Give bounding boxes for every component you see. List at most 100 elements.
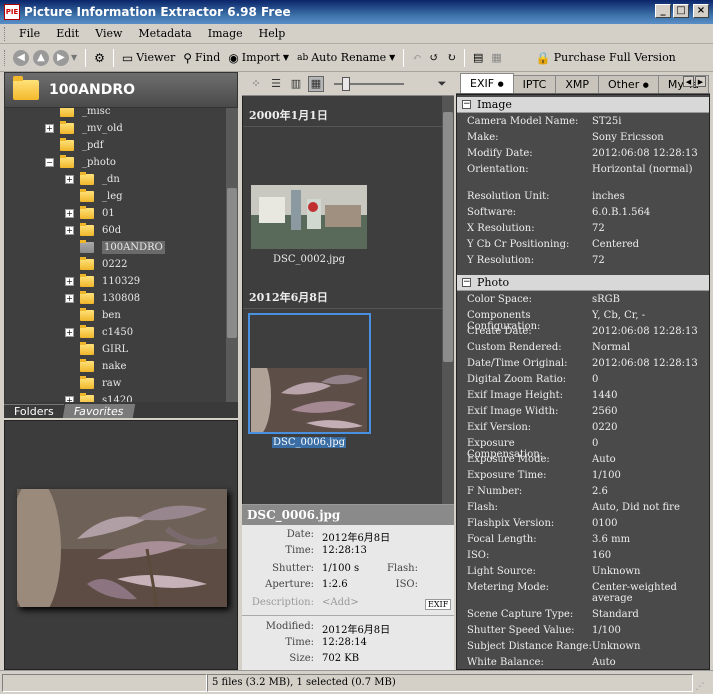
tree-item[interactable]: GIRL — [65, 341, 128, 358]
tree-item-label: raw — [102, 378, 122, 389]
up-icon[interactable]: ▲ — [33, 49, 49, 66]
tree-item[interactable]: +60d — [65, 222, 121, 239]
section-header-photo[interactable]: − Photo — [457, 275, 709, 291]
preview-image[interactable] — [17, 489, 227, 607]
tree-item[interactable]: _pdf — [45, 137, 104, 154]
tree-item[interactable]: 100ANDRO — [65, 239, 165, 256]
thumbnail-browser[interactable]: 2000年1月1日 DSC_0002.jpg 2012年6月8日 DSC_000… — [242, 96, 443, 504]
tab-exif[interactable]: EXIF ● — [460, 73, 514, 93]
rotate-left-icon[interactable]: ↺ — [430, 51, 439, 64]
find-button[interactable]: ⚲ Find — [183, 51, 220, 65]
tab-iptc[interactable]: IPTC — [512, 75, 557, 93]
tab-scroll-right-icon[interactable]: ▶ — [695, 76, 706, 87]
tree-item[interactable]: raw — [65, 375, 121, 392]
property-key: Date/Time Original: — [467, 358, 568, 369]
expand-icon[interactable]: + — [65, 226, 74, 235]
tab-other[interactable]: Other ● — [597, 75, 659, 93]
property-key: F Number: — [467, 486, 523, 497]
expand-icon[interactable]: + — [65, 328, 74, 337]
tab-scroll-left-icon[interactable]: ◀ — [683, 76, 694, 87]
minimize-button[interactable]: _ — [655, 4, 671, 18]
slider-knob[interactable] — [342, 76, 350, 91]
thumbnails-view-icon[interactable]: ▦ — [308, 75, 324, 92]
grid-icon[interactable]: ▦ — [491, 51, 501, 64]
close-button[interactable]: × — [693, 4, 709, 18]
tab-xmp[interactable]: XMP — [555, 75, 599, 93]
maximize-button[interactable]: □ — [673, 4, 689, 18]
collapse-icon[interactable]: − — [45, 158, 54, 167]
description-add-link[interactable]: <Add> — [322, 597, 359, 608]
folder-icon — [60, 121, 74, 134]
menu-edit[interactable]: Edit — [48, 27, 87, 40]
menu-image[interactable]: Image — [200, 27, 251, 40]
thumbnail-dsc-0002[interactable] — [251, 185, 367, 249]
settings-button[interactable]: ⚙ — [94, 51, 105, 65]
filter-icon[interactable]: ⏷ — [434, 76, 450, 92]
tree-item[interactable]: + _mv_old — [45, 120, 123, 137]
purchase-button[interactable]: 🔒 Purchase Full Version — [536, 51, 676, 65]
expand-icon[interactable]: + — [65, 175, 74, 184]
menu-metadata[interactable]: Metadata — [130, 27, 199, 40]
tab-folders[interactable]: Folders — [4, 404, 64, 418]
property-key: Flash: — [467, 502, 499, 513]
toolbar: ◀ ▲ ▶ ▼ ⚙ ▭ Viewer ⚲ Find ◉ Import ▼ ab Auto … — [0, 44, 713, 72]
tree-item[interactable]: +130808 — [65, 290, 140, 307]
toolbar-separator — [85, 48, 87, 67]
exif-badge[interactable]: EXIF — [425, 599, 452, 610]
tree-item[interactable]: _misc — [45, 108, 110, 120]
tree-item[interactable]: 0222 — [65, 256, 127, 273]
status-cell-empty — [2, 673, 207, 692]
scroll-thumb[interactable] — [227, 188, 237, 338]
thumbnail-caption-selected[interactable]: DSC_0006.jpg — [251, 437, 367, 448]
expand-icon[interactable]: + — [65, 277, 74, 286]
scroll-thumb[interactable] — [443, 112, 453, 362]
tree-item[interactable]: _leg — [65, 188, 123, 205]
resize-grip-icon[interactable]: ⋰ — [693, 674, 707, 692]
history-dropdown-icon[interactable]: ▼ — [71, 53, 77, 62]
import-button[interactable]: ◉ Import ▼ — [228, 51, 289, 65]
tree-item[interactable]: +01 — [65, 205, 115, 222]
tree-item[interactable]: − _photo — [45, 154, 116, 171]
collapse-icon[interactable]: − — [462, 278, 471, 287]
tab-dot-icon: ● — [642, 80, 649, 89]
forward-icon[interactable]: ▶ — [53, 49, 69, 66]
tree-item[interactable]: + c1450 — [65, 324, 133, 341]
list-view-icon[interactable]: ☰ — [268, 76, 284, 92]
tree-item[interactable]: +110329 — [65, 273, 140, 290]
selected-file-caption[interactable]: DSC_0006.jpg — [271, 437, 347, 448]
metadata-properties[interactable]: − Image Camera Model Name: ST25i Make: Sony E… — [456, 94, 710, 670]
tab-dot-icon: ● — [497, 79, 504, 88]
viewer-button[interactable]: ▭ Viewer — [122, 51, 175, 65]
expand-icon[interactable]: + — [65, 209, 74, 218]
thumbnail-dsc-0006[interactable] — [251, 368, 367, 432]
tab-favorites[interactable]: Favorites — [62, 404, 135, 418]
thumbnail-size-slider[interactable] — [334, 76, 404, 91]
tree-item[interactable]: + s1420 — [65, 392, 133, 402]
tree-scrollbar[interactable] — [226, 108, 238, 402]
thumbnail-caption[interactable]: DSC_0002.jpg — [251, 254, 367, 265]
property-value: 6.0.B.1.564 — [592, 207, 651, 218]
menu-view[interactable]: View — [87, 27, 130, 40]
menu-help[interactable]: Help — [251, 27, 294, 40]
tree-item[interactable]: + _dn — [65, 171, 120, 188]
section-header-image[interactable]: − Image — [457, 97, 709, 113]
menu-file[interactable]: File — [11, 27, 48, 40]
expand-icon[interactable]: + — [65, 294, 74, 303]
flash-label: Flash: — [386, 563, 418, 574]
details-view-icon[interactable]: ▥ — [288, 76, 304, 92]
back-icon[interactable]: ◀ — [13, 49, 29, 66]
auto-rename-label: Auto Rename — [311, 51, 387, 64]
expand-icon[interactable]: + — [45, 124, 54, 133]
tree-item[interactable]: ben — [65, 307, 121, 324]
browser-scrollbar[interactable] — [442, 96, 454, 504]
tree-item[interactable]: nake — [65, 358, 126, 375]
folder-tree[interactable]: _misc + _mv_old _pdf − _photo + _dn _leg +01 +60d 1… — [4, 108, 238, 402]
filmstrip-icon[interactable]: ▤ — [473, 51, 483, 64]
collapse-icon[interactable]: − — [462, 100, 471, 109]
small-icons-view-icon[interactable]: ⁘ — [248, 76, 264, 92]
rotate-right-icon[interactable]: ↻ — [447, 51, 456, 64]
auto-rename-button[interactable]: ab Auto Rename ▼ — [297, 51, 395, 64]
undo-icon[interactable]: ↶ — [412, 51, 421, 64]
